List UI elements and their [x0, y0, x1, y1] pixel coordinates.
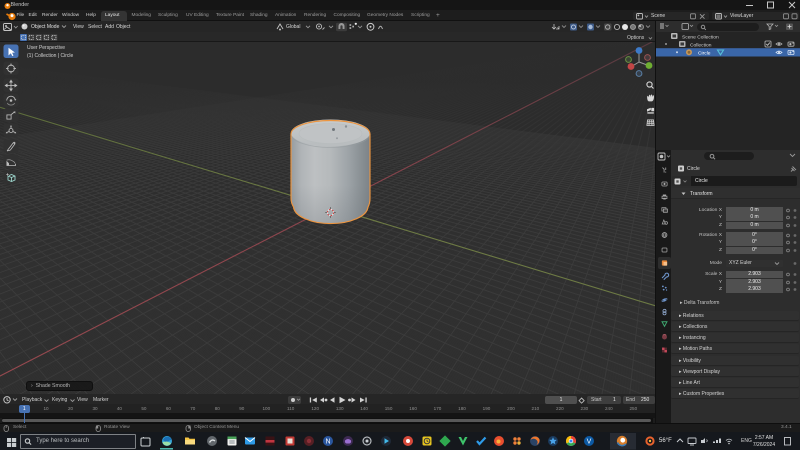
svg-text:V: V — [587, 438, 592, 445]
svg-text:N: N — [325, 438, 330, 445]
svg-text:Collection: Collection — [690, 42, 712, 48]
svg-text:Scene Collection: Scene Collection — [682, 34, 719, 40]
svg-text:Circle: Circle — [698, 50, 711, 56]
